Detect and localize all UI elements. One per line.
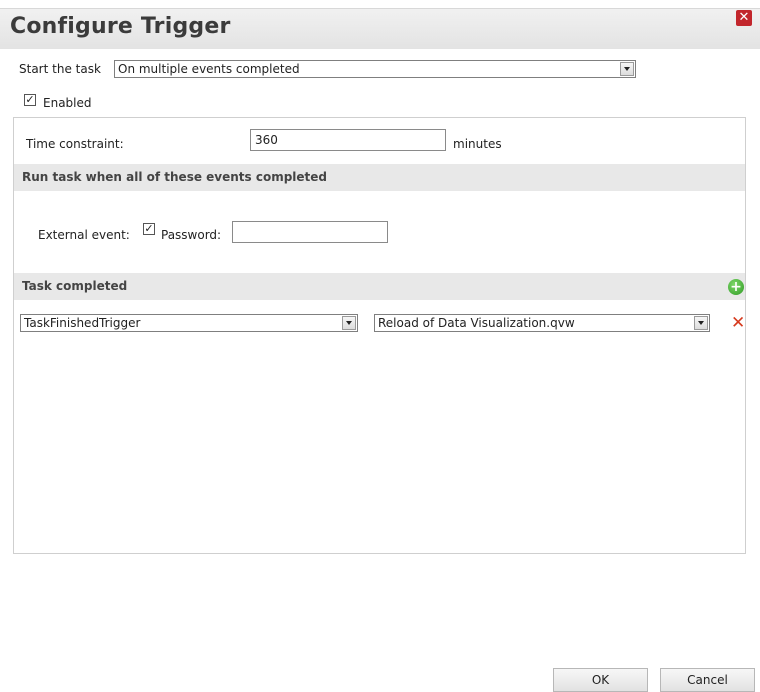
start-task-select[interactable]: On multiple events completed: [114, 60, 636, 78]
time-constraint-label: Time constraint:: [26, 137, 124, 151]
external-event-label: External event:: [38, 228, 130, 242]
ok-button[interactable]: OK: [553, 668, 648, 692]
start-task-label: Start the task: [19, 62, 101, 76]
password-label: Password:: [161, 228, 222, 242]
events-section-header: Run task when all of these events comple…: [14, 164, 745, 191]
checkmark-icon: ✓: [144, 222, 154, 235]
trigger-value: TaskFinishedTrigger: [24, 316, 141, 330]
chevron-down-icon[interactable]: [342, 316, 356, 330]
checkmark-icon: ✓: [25, 93, 35, 106]
time-constraint-input[interactable]: 360: [250, 129, 446, 151]
enabled-checkbox[interactable]: ✓: [24, 94, 36, 106]
add-icon[interactable]: +: [728, 279, 744, 295]
time-unit-label: minutes: [453, 137, 502, 151]
dialog-title-bar: Configure Trigger: [0, 8, 760, 49]
task-value: Reload of Data Visualization.qvw: [378, 316, 575, 330]
remove-icon[interactable]: ✕: [731, 314, 745, 332]
password-input[interactable]: [232, 221, 388, 243]
cancel-button[interactable]: Cancel: [660, 668, 755, 692]
chevron-down-icon[interactable]: [694, 316, 708, 330]
enabled-label: Enabled: [43, 96, 92, 110]
dialog-title: Configure Trigger: [10, 14, 231, 39]
external-event-checkbox[interactable]: ✓: [143, 223, 155, 235]
start-task-value: On multiple events completed: [118, 62, 300, 76]
chevron-down-icon[interactable]: [620, 62, 634, 76]
close-icon[interactable]: ✕: [736, 10, 752, 26]
trigger-select[interactable]: TaskFinishedTrigger: [20, 314, 358, 332]
task-select[interactable]: Reload of Data Visualization.qvw: [374, 314, 710, 332]
task-completed-header: Task completed: [14, 273, 745, 300]
